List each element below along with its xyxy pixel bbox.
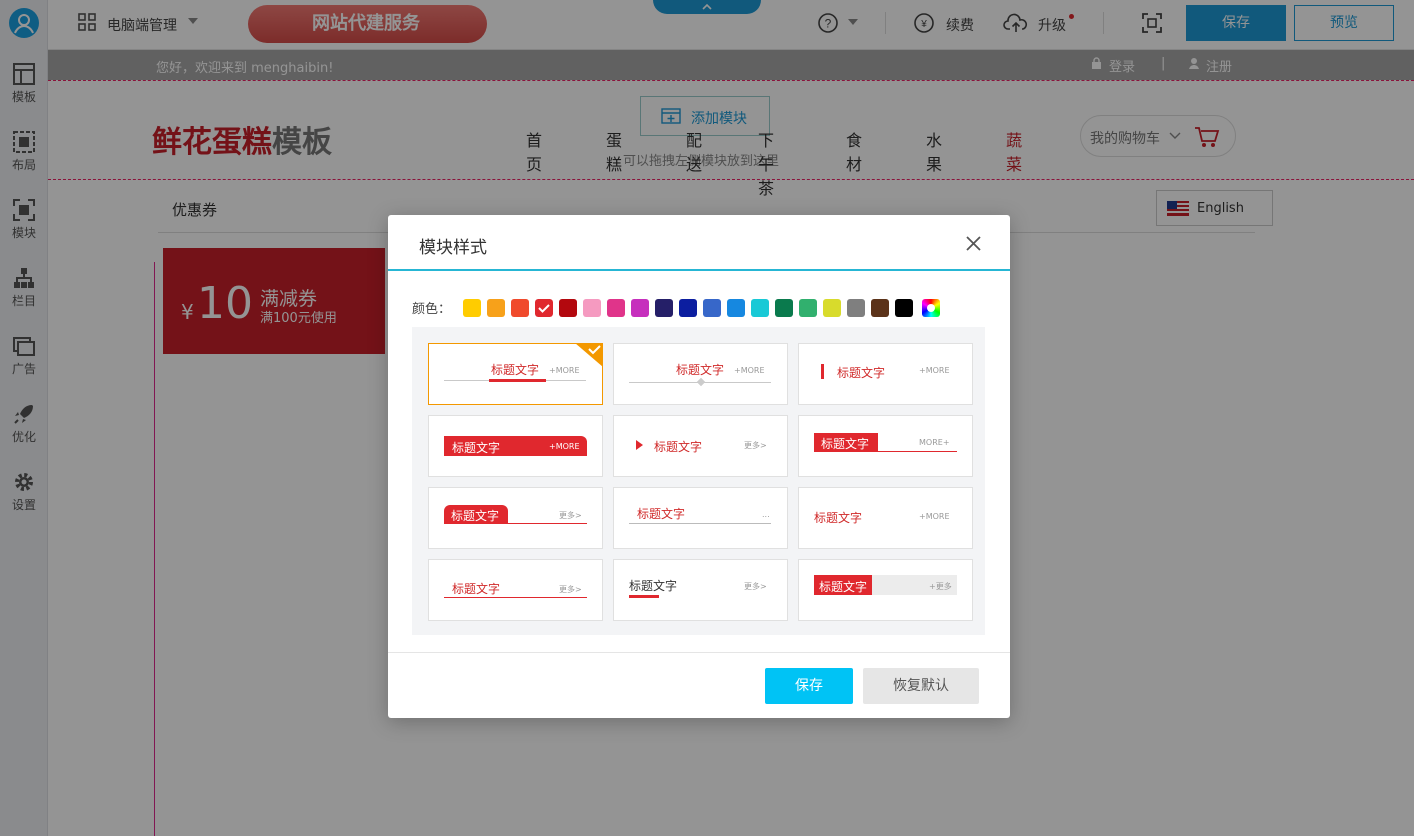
style-more: +MORE [919, 512, 950, 521]
color-swatch[interactable] [727, 299, 745, 317]
style-accent-bar [489, 379, 546, 382]
dialog-header: 模块样式 [388, 215, 1010, 271]
style-option-3[interactable]: 标题文字 +MORE [798, 343, 973, 405]
color-swatch[interactable] [607, 299, 625, 317]
style-more: +MORE [919, 366, 950, 375]
style-more: +MORE [549, 442, 580, 451]
style-underline [629, 523, 771, 524]
module-style-dialog: 模块样式 颜色： 标题文字 +MORE 标题文字 +MORE 标题文字 +MOR… [388, 215, 1010, 718]
style-underline [444, 597, 587, 598]
style-option-12[interactable]: 标题文字 +更多 [798, 559, 973, 621]
style-option-1[interactable]: 标题文字 +MORE [428, 343, 603, 405]
style-more: 更多> [744, 582, 767, 591]
color-swatch[interactable] [559, 299, 577, 317]
style-more: +更多 [929, 582, 952, 591]
style-sample-title: 标题文字 [491, 363, 540, 377]
color-swatch[interactable] [511, 299, 529, 317]
color-swatch[interactable] [679, 299, 697, 317]
reset-default-button[interactable]: 恢复默认 [863, 668, 979, 704]
color-swatch[interactable] [534, 298, 554, 318]
style-option-4[interactable]: 标题文字 +MORE [428, 415, 603, 477]
check-icon [538, 304, 550, 313]
style-sample-title: 标题文字 [654, 440, 703, 454]
style-sample-title: 标题文字 [676, 363, 725, 377]
color-swatch[interactable] [487, 299, 505, 317]
color-swatch[interactable] [703, 299, 721, 317]
style-option-2[interactable]: 标题文字 +MORE [613, 343, 788, 405]
custom-color-swatch[interactable] [922, 299, 940, 317]
style-option-6[interactable]: 标题文字 MORE+ [798, 415, 973, 477]
style-more: 更多> [559, 511, 582, 520]
style-sample-title: 标题文字 [819, 580, 868, 594]
style-more: MORE+ [919, 438, 950, 447]
dialog-title: 模块样式 [419, 238, 487, 258]
style-sample-title: 标题文字 [452, 582, 501, 596]
color-swatch[interactable] [799, 299, 817, 317]
color-swatch[interactable] [871, 299, 889, 317]
style-sample-title: 标题文字 [629, 579, 678, 593]
color-label: 颜色： [412, 302, 452, 317]
style-grid: 标题文字 +MORE 标题文字 +MORE 标题文字 +MORE 标题文字 +M… [412, 327, 985, 635]
style-more: 更多> [559, 585, 582, 594]
diamond-icon [696, 377, 706, 387]
style-option-9[interactable]: 标题文字 +MORE [798, 487, 973, 549]
color-swatch[interactable] [583, 299, 601, 317]
footer-divider [388, 652, 1010, 653]
style-more: ... [762, 510, 770, 519]
dialog-save-button[interactable]: 保存 [765, 668, 853, 704]
style-option-7[interactable]: 标题文字 更多> [428, 487, 603, 549]
style-option-10[interactable]: 标题文字 更多> [428, 559, 603, 621]
close-icon[interactable] [966, 236, 981, 251]
triangle-right-icon [636, 440, 643, 450]
color-swatch[interactable] [823, 299, 841, 317]
style-sample-title: 标题文字 [637, 507, 686, 521]
style-accent-bar [821, 364, 824, 379]
color-swatch[interactable] [655, 299, 673, 317]
style-sample-title: 标题文字 [814, 511, 863, 525]
style-more: +MORE [734, 366, 765, 375]
color-swatch[interactable] [847, 299, 865, 317]
style-sample-title: 标题文字 [821, 437, 870, 451]
style-option-11[interactable]: 标题文字 更多> [613, 559, 788, 621]
color-swatch[interactable] [751, 299, 769, 317]
style-more: 更多> [744, 441, 767, 450]
style-more: +MORE [549, 366, 580, 375]
style-option-8[interactable]: 标题文字 ... [613, 487, 788, 549]
color-swatch[interactable] [463, 299, 481, 317]
color-swatch[interactable] [631, 299, 649, 317]
color-swatch[interactable] [775, 299, 793, 317]
style-sample-title: 标题文字 [837, 366, 886, 380]
style-option-5[interactable]: 标题文字 更多> [613, 415, 788, 477]
style-sample-title: 标题文字 [452, 441, 501, 455]
style-sample-title: 标题文字 [451, 509, 500, 523]
selected-check-icon [575, 343, 603, 367]
style-accent-bar [629, 595, 659, 598]
color-swatch[interactable] [895, 299, 913, 317]
